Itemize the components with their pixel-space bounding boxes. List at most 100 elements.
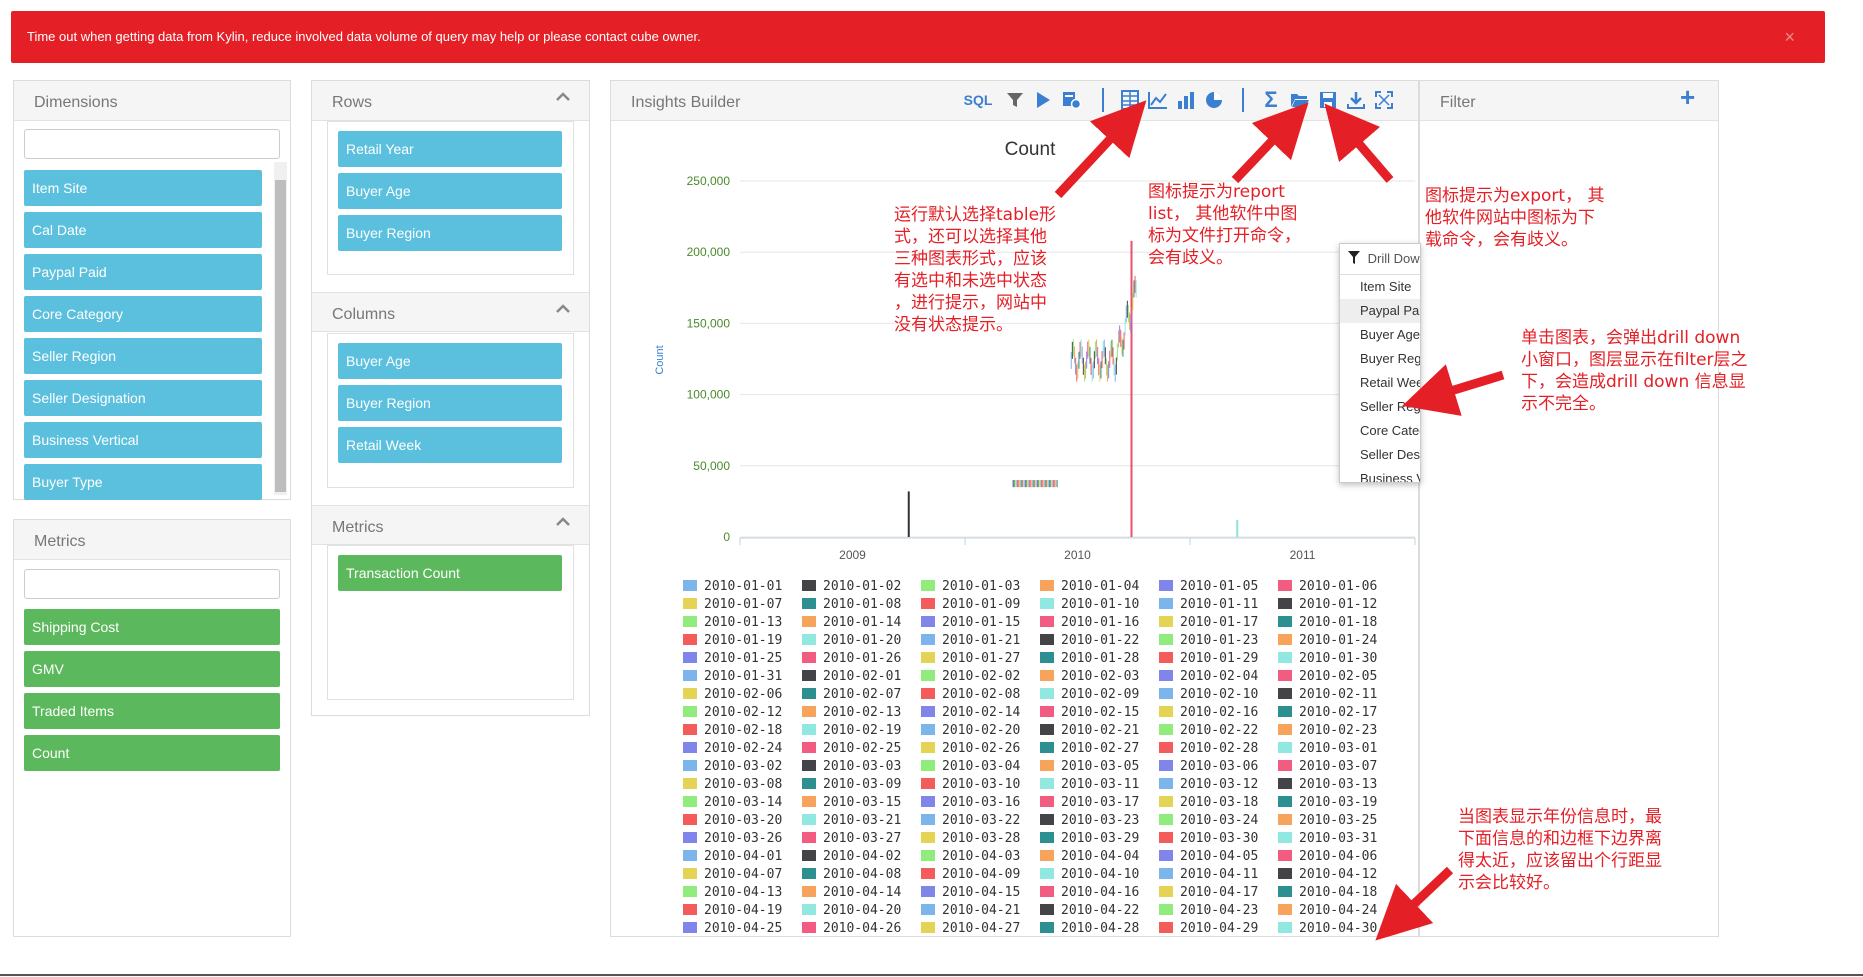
table-icon[interactable] (1118, 88, 1142, 112)
row-item-buyer-region[interactable]: Buyer Region (338, 215, 562, 251)
legend-item[interactable]: 2010-02-21 (1040, 722, 1139, 739)
bar[interactable] (1049, 480, 1051, 488)
bar[interactable] (1118, 330, 1120, 348)
legend-item[interactable]: 2010-04-26 (802, 920, 901, 937)
legend-item[interactable]: 2010-02-08 (921, 686, 1020, 703)
legend-item[interactable]: 2010-04-08 (802, 866, 901, 883)
legend-item[interactable]: 2010-01-06 (1278, 578, 1377, 595)
count-chart[interactable]: Count Count 0 50,000 100,000 150,000 200,000… (640, 130, 1420, 570)
legend-item[interactable]: 2010-02-15 (1040, 704, 1139, 721)
bar[interactable] (1076, 364, 1078, 382)
legend-item[interactable]: 2010-04-12 (1278, 866, 1377, 883)
legend-item[interactable]: 2010-02-18 (683, 722, 782, 739)
legend-item[interactable]: 2010-02-10 (1159, 686, 1258, 703)
legend-item[interactable]: 2010-02-01 (802, 668, 901, 685)
bar[interactable] (1019, 480, 1021, 488)
sql-button[interactable]: SQL (962, 88, 994, 112)
legend-item[interactable]: 2010-01-10 (1040, 596, 1139, 613)
legend-item[interactable]: 2010-02-02 (921, 668, 1020, 685)
legend-item[interactable]: 2010-02-17 (1278, 704, 1377, 721)
bar[interactable] (1132, 293, 1134, 311)
legend-item[interactable]: 2010-02-05 (1278, 668, 1377, 685)
dimension-item-seller-region[interactable]: Seller Region (24, 338, 262, 374)
bar[interactable] (1031, 480, 1033, 488)
bar[interactable] (1072, 339, 1074, 357)
legend-item[interactable]: 2010-01-24 (1278, 632, 1377, 649)
legend-item[interactable]: 2010-03-25 (1278, 812, 1377, 829)
legend-item[interactable]: 2010-03-18 (1159, 794, 1258, 811)
bar[interactable] (1098, 358, 1100, 376)
bar[interactable] (1119, 325, 1121, 343)
legend-item[interactable]: 2010-01-18 (1278, 614, 1377, 631)
bar[interactable] (1107, 364, 1109, 382)
legend-item[interactable]: 2010-03-07 (1278, 758, 1377, 775)
legend-item[interactable]: 2010-02-14 (921, 704, 1020, 721)
close-icon[interactable]: × (1784, 11, 1795, 63)
bar[interactable] (1100, 361, 1102, 379)
legend-item[interactable]: 2010-04-20 (802, 902, 901, 919)
fullscreen-icon[interactable] (1372, 88, 1396, 112)
dimension-item-cal-date[interactable]: Cal Date (24, 212, 262, 248)
bar[interactable] (1033, 480, 1035, 488)
bar[interactable] (1123, 332, 1125, 350)
bar[interactable] (1074, 346, 1076, 364)
legend-item[interactable]: 2010-02-24 (683, 740, 782, 757)
column-item-buyer-region[interactable]: Buyer Region (338, 385, 562, 421)
legend-item[interactable]: 2010-02-20 (921, 722, 1020, 739)
drill-item-buyer-region[interactable]: Buyer Region (1340, 347, 1420, 371)
legend-item[interactable]: 2010-02-26 (921, 740, 1020, 757)
legend-item[interactable]: 2010-04-01 (683, 848, 782, 865)
line-chart-icon[interactable] (1146, 88, 1170, 112)
bar[interactable] (1110, 341, 1112, 359)
bar[interactable] (1075, 357, 1077, 375)
legend-item[interactable]: 2010-04-13 (683, 884, 782, 901)
legend-item[interactable]: 2010-01-26 (802, 650, 901, 667)
legend-item[interactable]: 2010-02-04 (1159, 668, 1258, 685)
legend-item[interactable]: 2010-03-03 (802, 758, 901, 775)
dimension-item-core-category[interactable]: Core Category (24, 296, 262, 332)
dimension-item-business-vertical[interactable]: Business Vertical (24, 422, 262, 458)
add-filter-button[interactable]: + (1680, 82, 1695, 113)
legend-item[interactable]: 2010-02-27 (1040, 740, 1139, 757)
legend-item[interactable]: 2010-03-30 (1159, 830, 1258, 847)
bar[interactable] (1097, 346, 1099, 365)
legend-item[interactable]: 2010-04-05 (1159, 848, 1258, 865)
bar[interactable] (1099, 364, 1101, 382)
bar[interactable] (1023, 480, 1025, 488)
legend-item[interactable]: 2010-01-16 (1040, 614, 1139, 631)
chevron-up-icon[interactable] (555, 301, 571, 317)
legend-item[interactable]: 2010-04-21 (921, 902, 1020, 919)
export-download-icon[interactable] (1344, 88, 1368, 112)
bar[interactable] (1111, 339, 1113, 357)
legend-item[interactable]: 2010-01-25 (683, 650, 782, 667)
bar[interactable] (1013, 480, 1015, 488)
bar[interactable] (1135, 280, 1137, 298)
bar[interactable] (1024, 480, 1026, 488)
legend-item[interactable]: 2010-03-13 (1278, 776, 1377, 793)
bar[interactable] (1122, 339, 1124, 357)
bar[interactable] (1133, 280, 1135, 298)
bar[interactable] (1126, 300, 1128, 318)
bar[interactable] (1092, 361, 1094, 379)
legend-item[interactable]: 2010-01-12 (1278, 596, 1377, 613)
bar[interactable] (1105, 358, 1107, 376)
filter-icon[interactable] (1004, 88, 1026, 112)
legend-item[interactable]: 2010-01-09 (921, 596, 1020, 613)
bar[interactable] (1083, 364, 1085, 382)
chevron-up-icon[interactable] (555, 514, 571, 530)
legend-item[interactable]: 2010-04-03 (921, 848, 1020, 865)
bar[interactable] (1038, 480, 1040, 488)
bar[interactable] (1125, 305, 1127, 323)
bar[interactable] (1093, 351, 1095, 369)
bar[interactable] (1129, 312, 1131, 330)
bar[interactable] (1048, 480, 1050, 488)
bar[interactable] (1042, 480, 1044, 488)
save-icon[interactable] (1316, 88, 1340, 112)
bar[interactable] (1014, 480, 1016, 488)
legend-item[interactable]: 2010-03-31 (1278, 830, 1377, 847)
bar[interactable] (1131, 307, 1133, 325)
pie-chart-icon[interactable] (1202, 88, 1226, 112)
drill-item-paypal-paid[interactable]: Paypal Paid (1340, 299, 1420, 323)
drill-item-seller-region[interactable]: Seller Region (1340, 395, 1420, 419)
legend-item[interactable]: 2010-03-22 (921, 812, 1020, 829)
